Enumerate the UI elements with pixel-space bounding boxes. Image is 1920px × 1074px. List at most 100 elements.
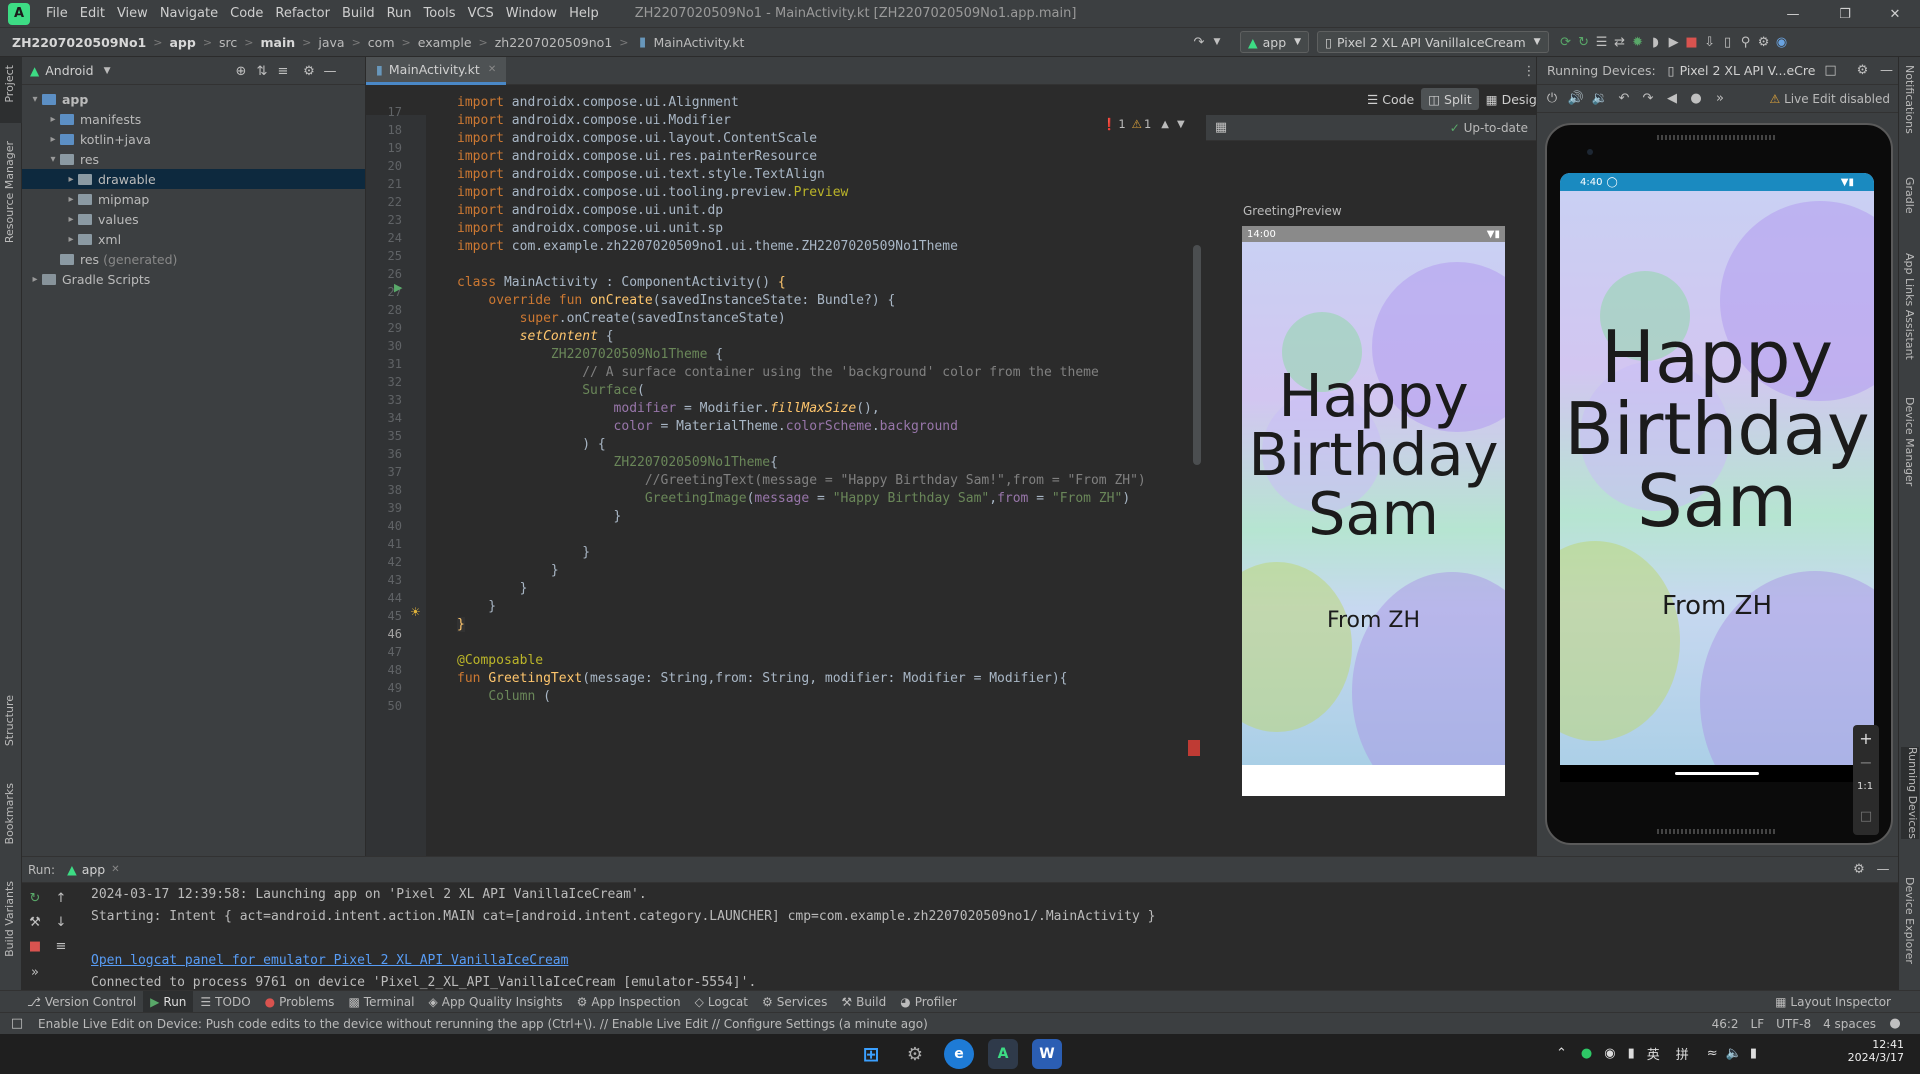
gradle-tool-button[interactable]: Gradle — [1903, 177, 1916, 214]
code-line[interactable]: color = MaterialTheme.colorScheme.backgr… — [457, 419, 958, 434]
error-stripe-marker[interactable] — [1188, 740, 1200, 756]
close-tab-icon[interactable]: ✕ — [111, 864, 119, 875]
zoom-out-icon[interactable]: − — [1857, 753, 1875, 772]
menu-edit[interactable]: Edit — [74, 6, 111, 21]
code-line[interactable]: setContent { — [457, 329, 614, 344]
lock-icon[interactable]: ● — [1886, 1015, 1904, 1033]
run-config-select[interactable]: ▲ app ▼ — [1240, 31, 1310, 53]
code-line[interactable]: ZH2207020509No1Theme{ — [457, 455, 778, 470]
open-logcat-link[interactable]: Open logcat panel for emulator Pixel 2 X… — [91, 953, 568, 968]
tab-services[interactable]: ⚙ Services — [755, 991, 834, 1013]
sdk-manager-icon[interactable]: ⇩ — [1701, 33, 1719, 51]
status-message[interactable]: Enable Live Edit on Device: Push code ed… — [38, 1017, 928, 1031]
tab-profiler[interactable]: ◕ Profiler — [893, 991, 964, 1013]
crumb-package[interactable]: zh2207020509no1 — [493, 35, 615, 50]
tree-item[interactable]: ▾ app — [22, 89, 365, 109]
line-separator[interactable]: LF — [1751, 1017, 1765, 1031]
tab-app-quality-insights[interactable]: ◈ App Quality Insights — [422, 991, 570, 1013]
home-icon[interactable]: ● — [1687, 90, 1705, 108]
speaker-icon[interactable]: 🔈 — [1726, 1046, 1742, 1061]
soft-wrap-icon[interactable]: ≡ — [52, 937, 70, 955]
wechat-icon[interactable]: ● — [1581, 1046, 1592, 1061]
hide-panel-icon[interactable]: — — [1877, 62, 1895, 80]
scroll-down-icon[interactable]: ↓ — [52, 913, 70, 931]
code-line[interactable]: import androidx.compose.ui.Modifier — [457, 113, 731, 128]
code-line[interactable]: fun GreetingText(message: String,from: S… — [457, 671, 1068, 686]
debug-icon[interactable]: ✹ — [1629, 33, 1647, 51]
code-line[interactable]: import androidx.compose.ui.tooling.previ… — [457, 185, 848, 200]
code-line[interactable]: GreetingImage(message = "Happy Birthday … — [457, 491, 1130, 506]
new-tab-icon[interactable]: □ — [1821, 62, 1839, 80]
code-mode-button[interactable]: ☰ Code — [1360, 88, 1421, 110]
tree-item[interactable]: ▸ mipmap — [22, 189, 365, 209]
word-app-icon[interactable]: W — [1032, 1039, 1062, 1069]
gear-icon[interactable]: ⚙ — [300, 62, 318, 80]
volume-down-icon[interactable]: 🔉 — [1591, 90, 1609, 108]
code-line[interactable]: } — [457, 581, 528, 596]
code-line[interactable]: import androidx.compose.ui.unit.dp — [457, 203, 723, 218]
steam-icon[interactable]: ◉ — [1604, 1046, 1615, 1061]
app-links-tool-button[interactable]: App Links Assistant — [1903, 253, 1916, 360]
chevron-down-icon[interactable]: ▾ — [46, 154, 60, 165]
rerun-icon[interactable]: ↻ — [26, 889, 44, 907]
maximize-window-icon[interactable]: ❐ — [1822, 0, 1868, 28]
menu-help[interactable]: Help — [563, 6, 605, 21]
search-everywhere-icon[interactable]: ⚲ — [1737, 33, 1755, 51]
inspection-widget[interactable]: ❗ 1 ⚠ 1 ▲ ▼ — [1102, 117, 1185, 131]
rotate-left-icon[interactable]: ↶ — [1615, 90, 1633, 108]
ime-mode[interactable]: 拼 — [1676, 1044, 1689, 1063]
more-icon[interactable]: » — [26, 963, 44, 981]
code-line[interactable]: import androidx.compose.ui.unit.sp — [457, 221, 723, 236]
crumb-main[interactable]: main — [259, 35, 298, 50]
apply-code-changes-icon[interactable]: ↻ — [1575, 33, 1593, 51]
code-line[interactable]: ZH2207020509No1Theme { — [457, 347, 723, 362]
ime-language[interactable]: 英 — [1647, 1044, 1660, 1063]
menu-file[interactable]: File — [40, 6, 74, 21]
tab-run[interactable]: ▶ Run — [143, 990, 194, 1013]
live-edit-status[interactable]: ⚠ Live Edit disabled — [1770, 92, 1890, 106]
code-line[interactable]: import com.example.zh2207020509no1.ui.th… — [457, 239, 958, 254]
tab-todo[interactable]: ☰ TODO — [193, 991, 257, 1013]
menu-refactor[interactable]: Refactor — [269, 6, 336, 21]
gear-icon[interactable]: ⚙ — [1853, 62, 1871, 80]
overflow-icon[interactable]: » — [1711, 90, 1729, 108]
menu-run[interactable]: Run — [381, 6, 418, 21]
chevron-right-icon[interactable]: ▸ — [64, 214, 78, 225]
file-encoding[interactable]: UTF-8 — [1776, 1017, 1811, 1031]
actual-size-button[interactable]: 1:1 — [1857, 781, 1873, 792]
previous-highlight-icon[interactable]: ▲ — [1161, 119, 1169, 130]
crumb-file[interactable]: MainActivity.kt — [652, 35, 747, 50]
gesture-handle[interactable] — [1675, 772, 1759, 775]
stop-icon[interactable]: ■ — [1683, 33, 1701, 51]
stop-icon[interactable]: ■ — [26, 937, 44, 955]
split-mode-button[interactable]: ◫ Split — [1421, 88, 1479, 110]
edge-browser-icon[interactable]: e — [944, 1039, 974, 1069]
crumb-java[interactable]: java — [316, 35, 346, 50]
show-hidden-icons-icon[interactable]: ⌃ — [1556, 1046, 1567, 1061]
tab-terminal[interactable]: ▩ Terminal — [341, 991, 421, 1013]
chevron-right-icon[interactable]: ▸ — [46, 134, 60, 145]
fit-screen-icon[interactable]: □ — [1857, 807, 1875, 825]
locate-file-icon[interactable]: ⊕ — [232, 62, 250, 80]
crumb-com[interactable]: com — [366, 35, 397, 50]
project-tool-button[interactable]: Project — [3, 65, 16, 103]
settings-icon[interactable]: ⚙ — [1755, 33, 1773, 51]
minimize-window-icon[interactable]: — — [1770, 0, 1816, 28]
menu-vcs[interactable]: VCS — [462, 6, 500, 21]
device-screen[interactable]: 4:40 ◯ ▼▮ Happy Birthday Sam From ZH — [1560, 173, 1874, 782]
chevron-down-icon[interactable]: ▼ — [104, 66, 111, 76]
volume-up-icon[interactable]: 🔊 — [1567, 90, 1585, 108]
tree-item[interactable]: ▸ kotlin+java — [22, 129, 365, 149]
attach-icon[interactable]: ⚒ — [26, 913, 44, 931]
zoom-in-icon[interactable]: + — [1857, 729, 1875, 748]
back-icon[interactable]: ◀ — [1663, 90, 1681, 108]
crumb-app[interactable]: app — [167, 35, 197, 50]
code-line[interactable]: } — [457, 545, 590, 560]
code-line[interactable]: //GreetingText(message = "Happy Birthday… — [457, 473, 1146, 488]
next-highlight-icon[interactable]: ▼ — [1177, 119, 1185, 130]
device-manager-tool-button[interactable]: Device Manager — [1903, 397, 1916, 486]
resource-manager-tool-button[interactable]: Resource Manager — [3, 141, 16, 243]
chevron-right-icon[interactable]: ▸ — [64, 234, 78, 245]
code-line[interactable]: modifier = Modifier.fillMaxSize(), — [457, 401, 880, 416]
tab-mainactivity[interactable]: ▮ MainActivity.kt ✕ — [366, 56, 507, 85]
